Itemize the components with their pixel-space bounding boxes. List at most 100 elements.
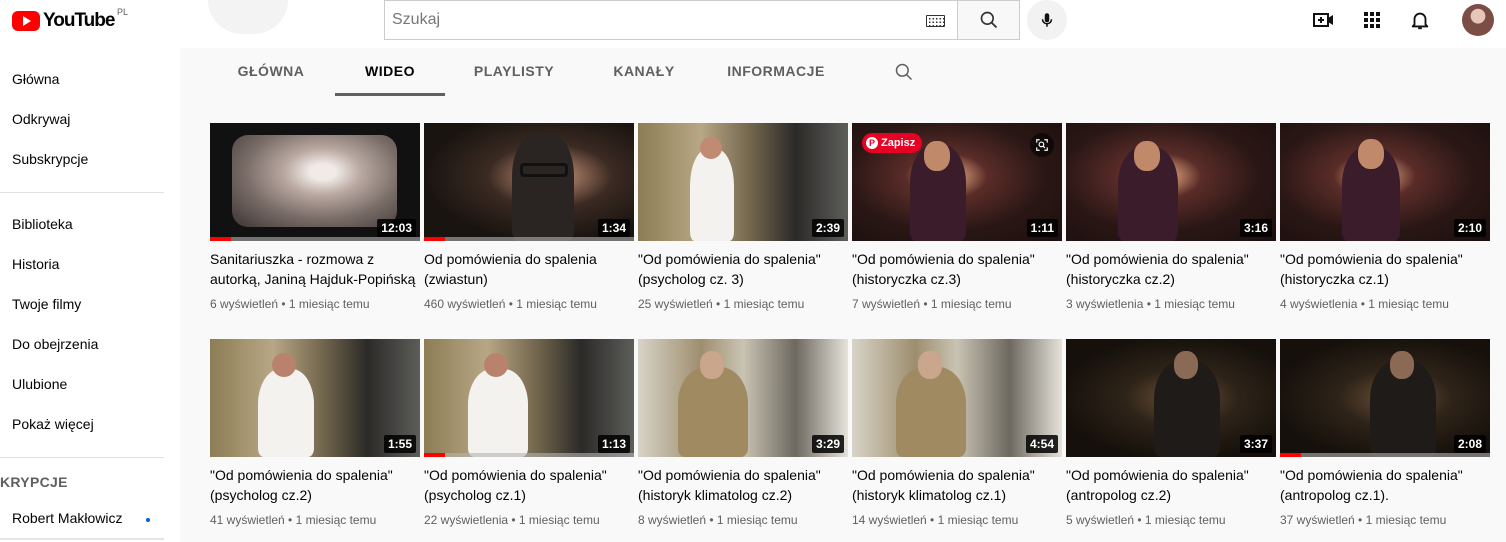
video-thumbnail[interactable]: 2:10 (1280, 123, 1490, 241)
video-card[interactable]: 1:34 Od pomówienia do spalenia (zwiastun… (424, 123, 634, 311)
video-card[interactable]: P Zapisz 1:11 "Od pomówienia do spalenia… (852, 123, 1062, 311)
video-title[interactable]: "Od pomówienia do spalenia" (historyk kl… (852, 465, 1062, 505)
video-title[interactable]: "Od pomówienia do spalenia" (psycholog c… (638, 249, 848, 289)
sidebar-divider (0, 538, 164, 540)
logo-text: YouTube (43, 10, 115, 31)
tab-channels[interactable]: KANAŁY (600, 48, 688, 96)
view-count: 4 wyświetlenia (1280, 297, 1358, 311)
search-input[interactable] (385, 1, 905, 39)
pinterest-save-button[interactable]: P Zapisz (862, 133, 923, 153)
voice-search-button[interactable] (1027, 0, 1067, 40)
apps-grid-icon (1364, 12, 1380, 28)
sidebar-divider (0, 457, 164, 458)
view-count: 8 wyświetleń (638, 513, 707, 527)
view-count: 3 wyświetlenia (1066, 297, 1144, 311)
upload-age: 1 miesiąc temu (723, 297, 805, 311)
video-thumbnail[interactable]: 1:34 (424, 123, 634, 241)
tab-playlists[interactable]: PLAYLISTY (460, 48, 568, 96)
new-content-dot (146, 518, 150, 522)
keyboard-icon[interactable] (926, 15, 945, 27)
video-title[interactable]: Od pomówienia do spalenia (zwiastun) (424, 249, 634, 289)
upload-age: 1 miesiąc temu (1144, 513, 1226, 527)
video-duration: 1:11 (1026, 219, 1058, 237)
tab-home[interactable]: GŁÓWNA (220, 48, 322, 96)
sidebar-item-explore[interactable]: Odkrywaj (12, 111, 70, 127)
video-title[interactable]: "Od pomówienia do spalenia" (antropolog … (1066, 465, 1276, 505)
video-thumbnail[interactable]: 1:55 (210, 339, 420, 457)
sidebar-divider (0, 192, 164, 193)
create-video-button[interactable] (1312, 8, 1336, 32)
video-thumbnail[interactable]: 3:37 (1066, 339, 1276, 457)
video-card[interactable]: 1:55 "Od pomówienia do spalenia" (psycho… (210, 339, 420, 527)
view-count: 5 wyświetleń (1066, 513, 1135, 527)
video-thumbnail[interactable]: 1:13 (424, 339, 634, 457)
account-avatar[interactable] (1462, 4, 1494, 36)
search-button[interactable] (957, 0, 1020, 40)
video-metadata: 41 wyświetleń • 1 miesiąc temu (210, 513, 377, 527)
sidebar-item-show-more[interactable]: Pokaż więcej (12, 416, 94, 432)
video-title[interactable]: Sanitariuszka - rozmowa z autorką, Janin… (210, 249, 420, 289)
view-count: 14 wyświetleń (852, 513, 927, 527)
upload-age: 1 miesiąc temu (516, 297, 597, 311)
video-metadata: 7 wyświetleń • 1 miesiąc temu (852, 297, 1012, 311)
video-thumbnail[interactable]: 3:29 (638, 339, 848, 457)
view-count: 460 wyświetleń (424, 297, 506, 311)
video-card[interactable]: 1:13 "Od pomówienia do spalenia" (psycho… (424, 339, 634, 527)
video-title[interactable]: "Od pomówienia do spalenia" (historyczka… (1066, 249, 1276, 289)
sidebar-item-liked[interactable]: Ulubione (12, 376, 67, 392)
video-thumbnail[interactable]: 2:39 (638, 123, 848, 241)
sidebar-item-watch-later[interactable]: Do obejrzenia (12, 336, 98, 352)
video-card[interactable]: 3:29 "Od pomówienia do spalenia" (histor… (638, 339, 848, 527)
video-card[interactable]: 4:54 "Od pomówienia do spalenia" (histor… (852, 339, 1062, 527)
video-metadata: 460 wyświetleń • 1 miesiąc temu (424, 297, 597, 311)
video-metadata: 5 wyświetleń • 1 miesiąc temu (1066, 513, 1226, 527)
search-icon (895, 63, 913, 81)
video-card[interactable]: 2:39 "Od pomówienia do spalenia" (psycho… (638, 123, 848, 311)
sidebar-item-home[interactable]: Główna (12, 71, 59, 87)
video-thumbnail[interactable]: 12:03 (210, 123, 420, 241)
sidebar-item-your-videos[interactable]: Twoje filmy (12, 296, 81, 312)
video-card[interactable]: 12:03 Sanitariuszka - rozmowa z autorką,… (210, 123, 420, 311)
pinterest-icon: P (866, 137, 878, 149)
video-grid: 12:03 Sanitariuszka - rozmowa z autorką,… (180, 96, 1506, 542)
sidebar-item-history[interactable]: Historia (12, 256, 59, 272)
video-title[interactable]: "Od pomówienia do spalenia" (historyczka… (852, 249, 1062, 289)
sidebar-item-subscriptions[interactable]: Subskrypcje (12, 151, 88, 167)
lens-search-icon (1036, 139, 1048, 151)
video-title[interactable]: "Od pomówienia do spalenia" (psycholog c… (210, 465, 420, 505)
video-title[interactable]: "Od pomówienia do spalenia" (historyk kl… (638, 465, 848, 505)
video-card[interactable]: 3:16 "Od pomówienia do spalenia" (histor… (1066, 123, 1276, 311)
watch-progress-bar (210, 237, 231, 241)
video-metadata: 3 wyświetlenia • 1 miesiąc temu (1066, 297, 1235, 311)
channel-search-button[interactable] (894, 62, 914, 82)
search-icon (980, 11, 997, 29)
sidebar-item-library[interactable]: Biblioteka (12, 216, 73, 232)
search-box (384, 0, 957, 40)
video-metadata: 25 wyświetleń • 1 miesiąc temu (638, 297, 805, 311)
video-title[interactable]: "Od pomówienia do spalenia" (antropolog … (1280, 465, 1490, 505)
video-title[interactable]: "Od pomówienia do spalenia" (psycholog c… (424, 465, 634, 505)
video-thumbnail[interactable]: 4:54 (852, 339, 1062, 457)
upload-age: 1 miesiąc temu (288, 297, 370, 311)
masthead: YouTube PL (0, 0, 1506, 48)
upload-age: 1 miesiąc temu (295, 513, 377, 527)
video-duration: 3:37 (1239, 435, 1272, 453)
video-thumbnail[interactable]: 3:16 (1066, 123, 1276, 241)
video-title[interactable]: "Od pomówienia do spalenia" (historyczka… (1280, 249, 1490, 289)
video-card[interactable]: 3:37 "Od pomówienia do spalenia" (antrop… (1066, 339, 1276, 527)
sidebar-subscription-item[interactable]: Robert Makłowicz (12, 510, 122, 526)
pinterest-save-label: Zapisz (881, 137, 916, 149)
youtube-logo[interactable]: YouTube PL (12, 7, 128, 32)
tab-about[interactable]: INFORMACJE (720, 48, 832, 96)
notifications-button[interactable] (1408, 8, 1432, 32)
video-card[interactable]: 2:10 "Od pomówienia do spalenia" (histor… (1280, 123, 1490, 311)
video-thumbnail[interactable]: P Zapisz 1:11 (852, 123, 1062, 241)
view-count: 41 wyświetleń (210, 513, 285, 527)
video-metadata: 4 wyświetlenia • 1 miesiąc temu (1280, 297, 1449, 311)
video-thumbnail[interactable]: 2:08 (1280, 339, 1490, 457)
video-duration: 3:29 (811, 435, 844, 453)
apps-button[interactable] (1360, 8, 1384, 32)
tab-videos[interactable]: WIDEO (335, 48, 445, 96)
video-card[interactable]: 2:08 "Od pomówienia do spalenia" (antrop… (1280, 339, 1490, 527)
visual-search-button[interactable] (1030, 133, 1054, 157)
